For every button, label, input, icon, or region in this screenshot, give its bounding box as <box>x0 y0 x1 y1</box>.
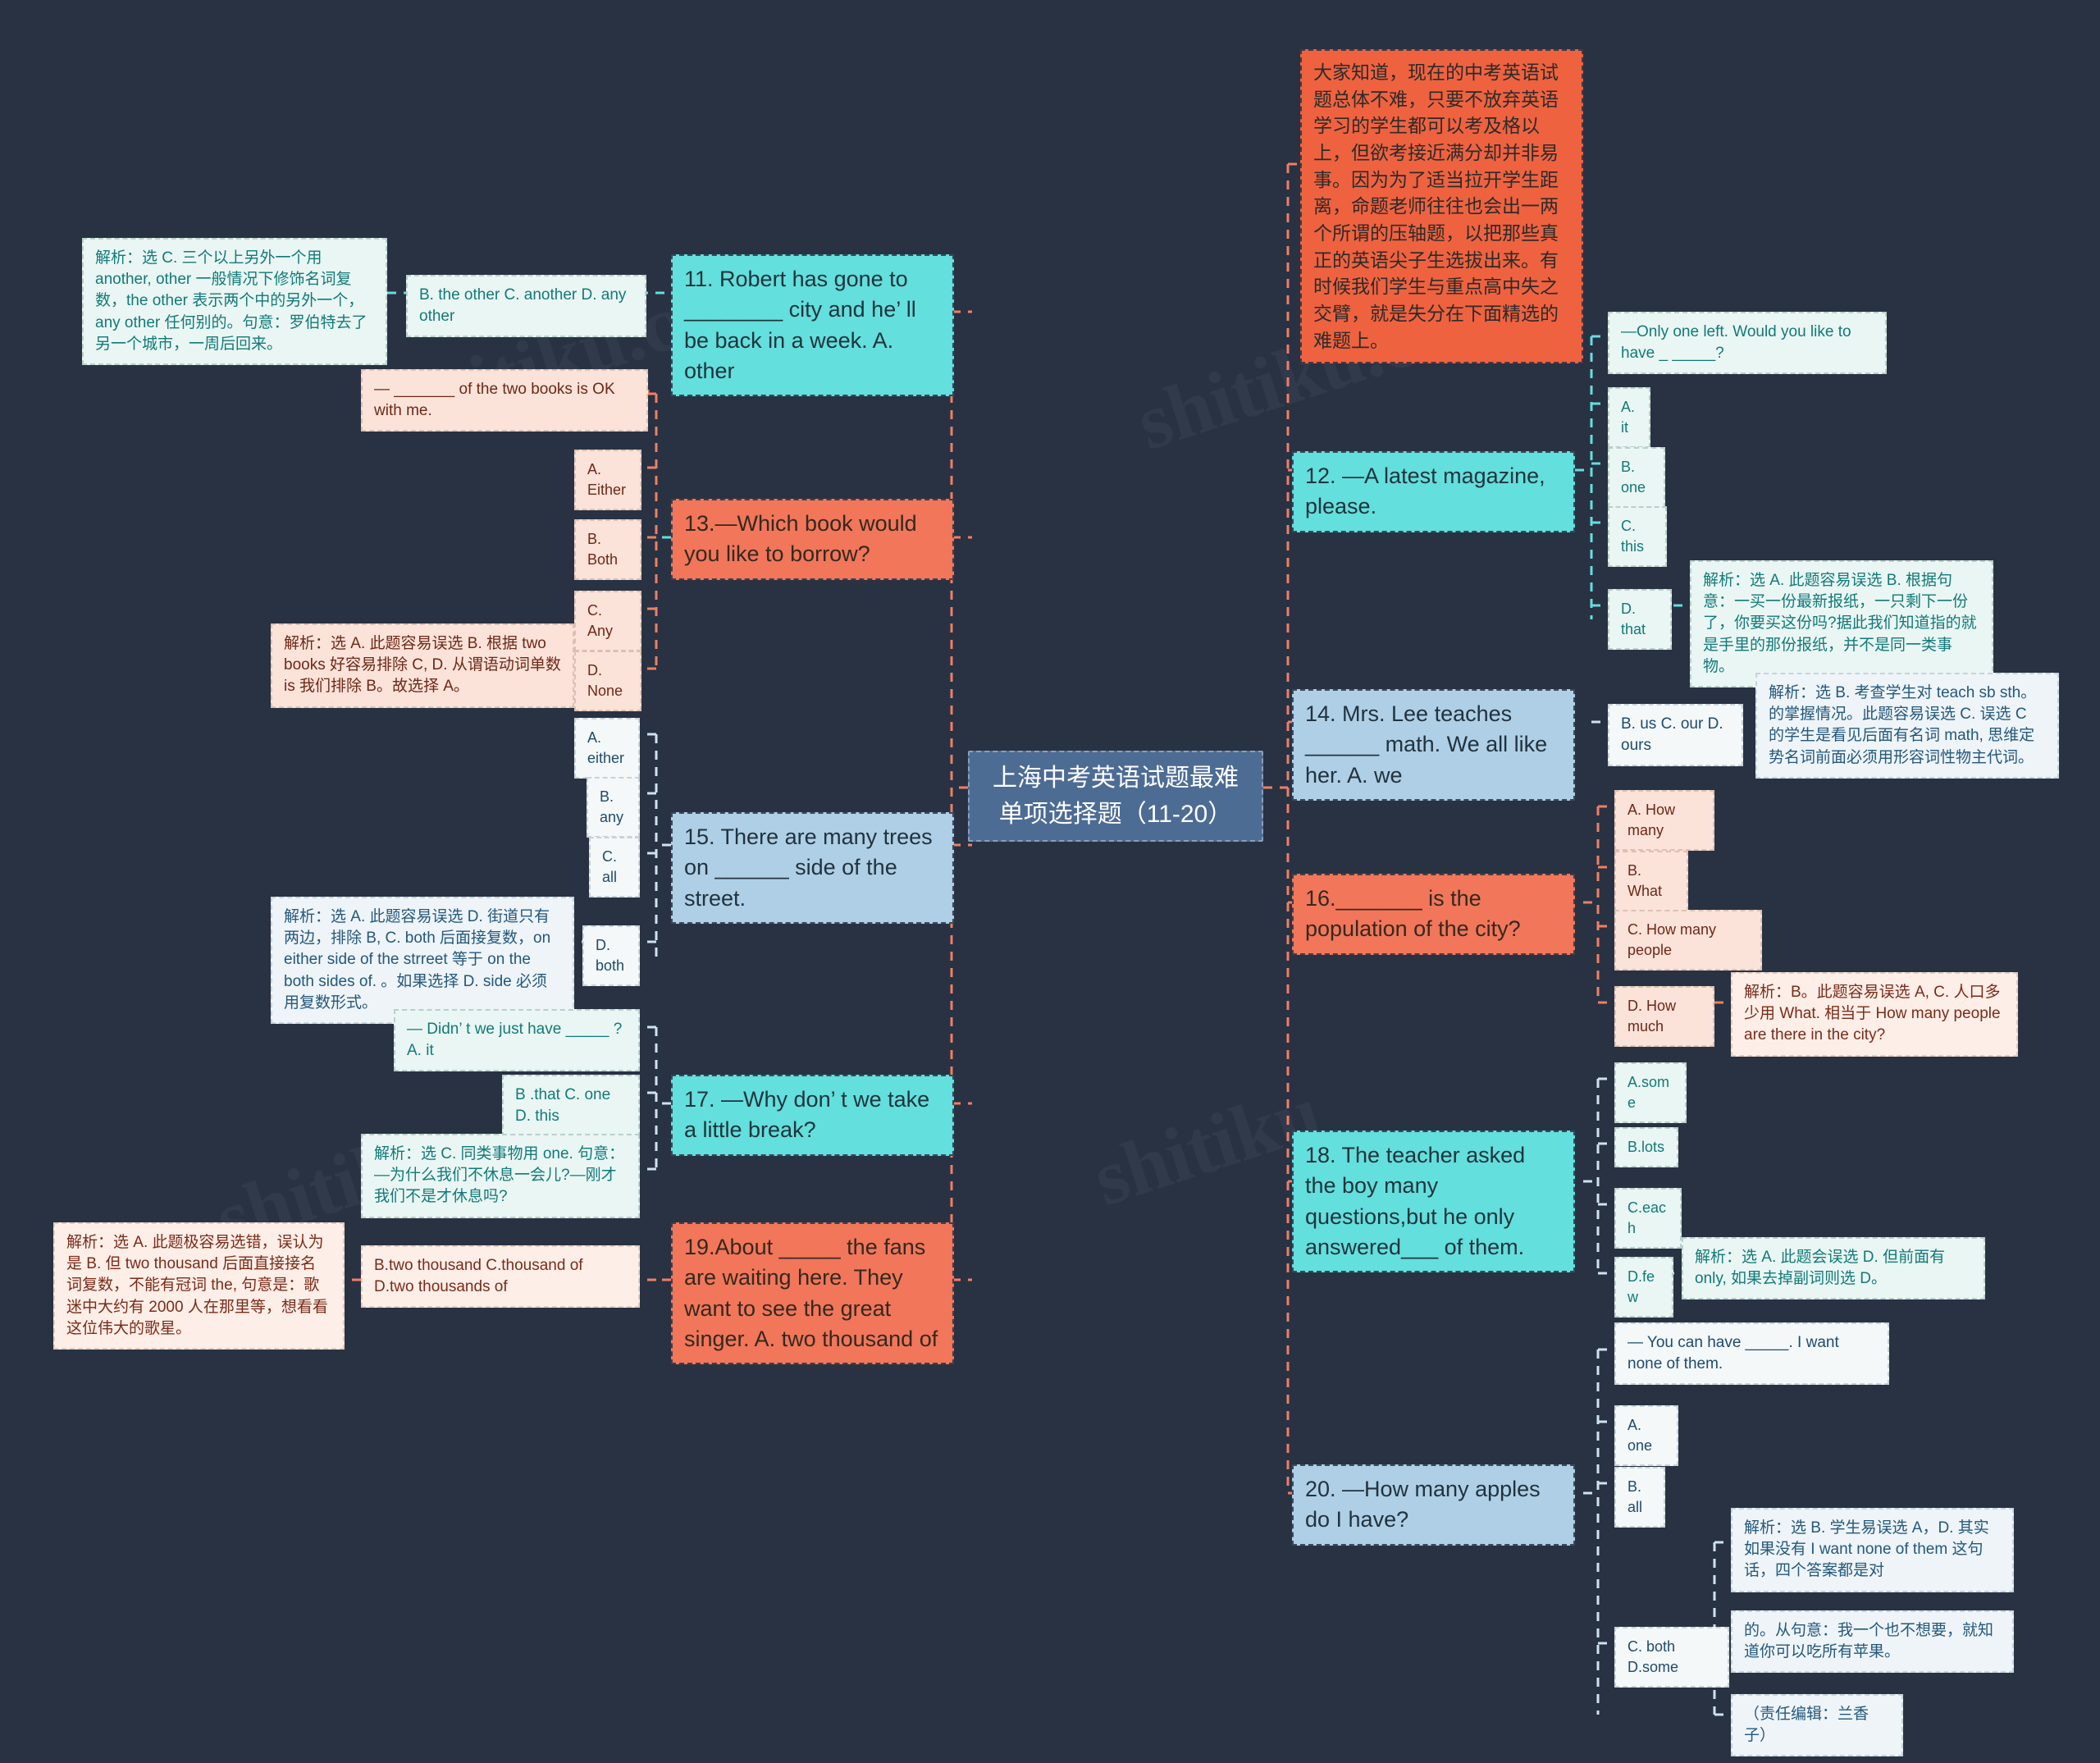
option-node-q15-a[interactable]: A. either <box>574 718 640 779</box>
stem-node-q13[interactable]: — _______ of the two books is OK with me… <box>361 369 648 432</box>
option-node-q18-d[interactable]: D.few <box>1614 1257 1673 1318</box>
option-node-q12-d[interactable]: D. that <box>1608 589 1672 650</box>
option-node-q18-b[interactable]: B.lots <box>1614 1127 1678 1167</box>
stem-node-q20[interactable]: — You can have _____. I want none of the… <box>1614 1322 1889 1386</box>
option-node-q12-c[interactable]: C. this <box>1608 506 1667 567</box>
editor-credit-node[interactable]: （责任编辑：兰香子） <box>1731 1694 1903 1757</box>
explanation-node-q20-part1[interactable]: 解析：选 B. 学生易误选 A，D. 其实如果没有 I want none of… <box>1731 1508 2014 1592</box>
question-node-q20[interactable]: 20. —How many apples do I have? <box>1292 1464 1575 1546</box>
explanation-node-q14[interactable]: 解析：选 B. 考查学生对 teach sb sth。的掌握情况。此题容易误选 … <box>1755 673 2059 779</box>
options-node-q17[interactable]: B .that C. one D. this <box>502 1075 640 1138</box>
stem-node-q12[interactable]: —Only one left. Would you like to have _… <box>1608 312 1887 375</box>
explanation-node-q20-part2[interactable]: 的。从句意：我一个也不想要，就知道你可以吃所有苹果。 <box>1731 1610 2014 1674</box>
question-node-q16[interactable]: 16._______ is the population of the city… <box>1292 874 1575 955</box>
option-node-q12-b[interactable]: B. one <box>1608 447 1665 508</box>
question-node-q14[interactable]: 14. Mrs. Lee teaches ______ math. We all… <box>1292 689 1575 801</box>
question-node-q15[interactable]: 15. There are many trees on ______ side … <box>671 812 954 924</box>
option-node-q13-c[interactable]: C. Any <box>574 591 641 651</box>
stem-node-q17[interactable]: — Didn’ t we just have _____ ? A. it <box>394 1009 640 1072</box>
option-node-q15-d[interactable]: D. both <box>582 925 640 986</box>
option-node-q16-c[interactable]: C. How many people <box>1614 910 1762 971</box>
question-node-q17[interactable]: 17. —Why don’ t we take a little break? <box>671 1075 954 1156</box>
explanation-node-q13[interactable]: 解析：选 A. 此题容易误选 B. 根据 two books 好容易排除 C, … <box>271 623 574 708</box>
explanation-node-q19[interactable]: 解析：选 A. 此题极容易选错，误认为是 B. 但 two thousand 后… <box>53 1222 345 1350</box>
option-node-q16-b[interactable]: B. What <box>1614 851 1688 911</box>
option-node-q13-d[interactable]: D. None <box>574 651 641 711</box>
mindmap-canvas: shitiku.cn shitiku.cn shitiku shitiku <box>0 0 2100 1763</box>
explanation-node-q15[interactable]: 解析：选 A. 此题容易误选 D. 街道只有两边，排除 B, C. both 后… <box>271 897 574 1025</box>
option-node-q13-a[interactable]: A. Either <box>574 450 641 510</box>
explanation-node-q12[interactable]: 解析：选 A. 此题容易误选 B. 根据句意：一买一份最新报纸，一只剩下一份了，… <box>1690 560 1993 688</box>
explanation-node-q16[interactable]: 解析：B。此题容易误选 A, C. 人口多少用 What. 相当于 How ma… <box>1731 972 2018 1057</box>
explanation-node-q11[interactable]: 解析：选 C. 三个以上另外一个用 another, other 一般情况下修饰… <box>82 238 387 366</box>
option-node-q18-a[interactable]: A.some <box>1614 1062 1687 1123</box>
question-node-q19[interactable]: 19.About _____ the fans are waiting here… <box>671 1222 954 1364</box>
option-node-q20-cd[interactable]: C. both D.some <box>1614 1627 1729 1688</box>
option-node-q18-c[interactable]: C.each <box>1614 1188 1682 1249</box>
question-node-q13[interactable]: 13.—Which book would you like to borrow? <box>671 499 954 580</box>
explanation-node-q18[interactable]: 解析：选 A. 此题会误选 D. 但前面有 only, 如果去掉副词则选 D。 <box>1682 1237 1985 1300</box>
option-node-q13-b[interactable]: B. Both <box>574 519 641 580</box>
option-node-q15-c[interactable]: C. all <box>589 837 640 897</box>
option-node-q16-d[interactable]: D. How much <box>1614 986 1714 1047</box>
options-node-q11[interactable]: B. the other C. another D. any other <box>406 275 646 338</box>
question-node-q11[interactable]: 11. Robert has gone to ________ city and… <box>671 254 954 396</box>
option-node-q20-a[interactable]: A. one <box>1614 1405 1678 1466</box>
question-node-q12[interactable]: 12. —A latest magazine, please. <box>1292 451 1575 532</box>
intro-node[interactable]: 大家知道，现在的中考英语试题总体不难，只要不放弃英语学习的学生都可以考及格以上，… <box>1300 49 1583 364</box>
option-node-q20-b[interactable]: B. all <box>1614 1467 1665 1528</box>
explanation-node-q17[interactable]: 解析：选 C. 同类事物用 one. 句意：—为什么我们不休息一会儿?—刚才我们… <box>361 1134 640 1218</box>
option-node-q16-a[interactable]: A. How many <box>1614 790 1714 851</box>
question-node-q18[interactable]: 18. The teacher asked the boy many quest… <box>1292 1130 1575 1272</box>
options-node-q14[interactable]: B. us C. our D. ours <box>1608 704 1743 767</box>
options-node-q19[interactable]: B.two thousand C.thousand of D.two thous… <box>361 1245 640 1309</box>
option-node-q12-a[interactable]: A. it <box>1608 387 1650 448</box>
option-node-q15-b[interactable]: B. any <box>587 777 640 838</box>
center-topic-node[interactable]: 上海中考英语试题最难单项选择题（11-20） <box>968 751 1263 842</box>
